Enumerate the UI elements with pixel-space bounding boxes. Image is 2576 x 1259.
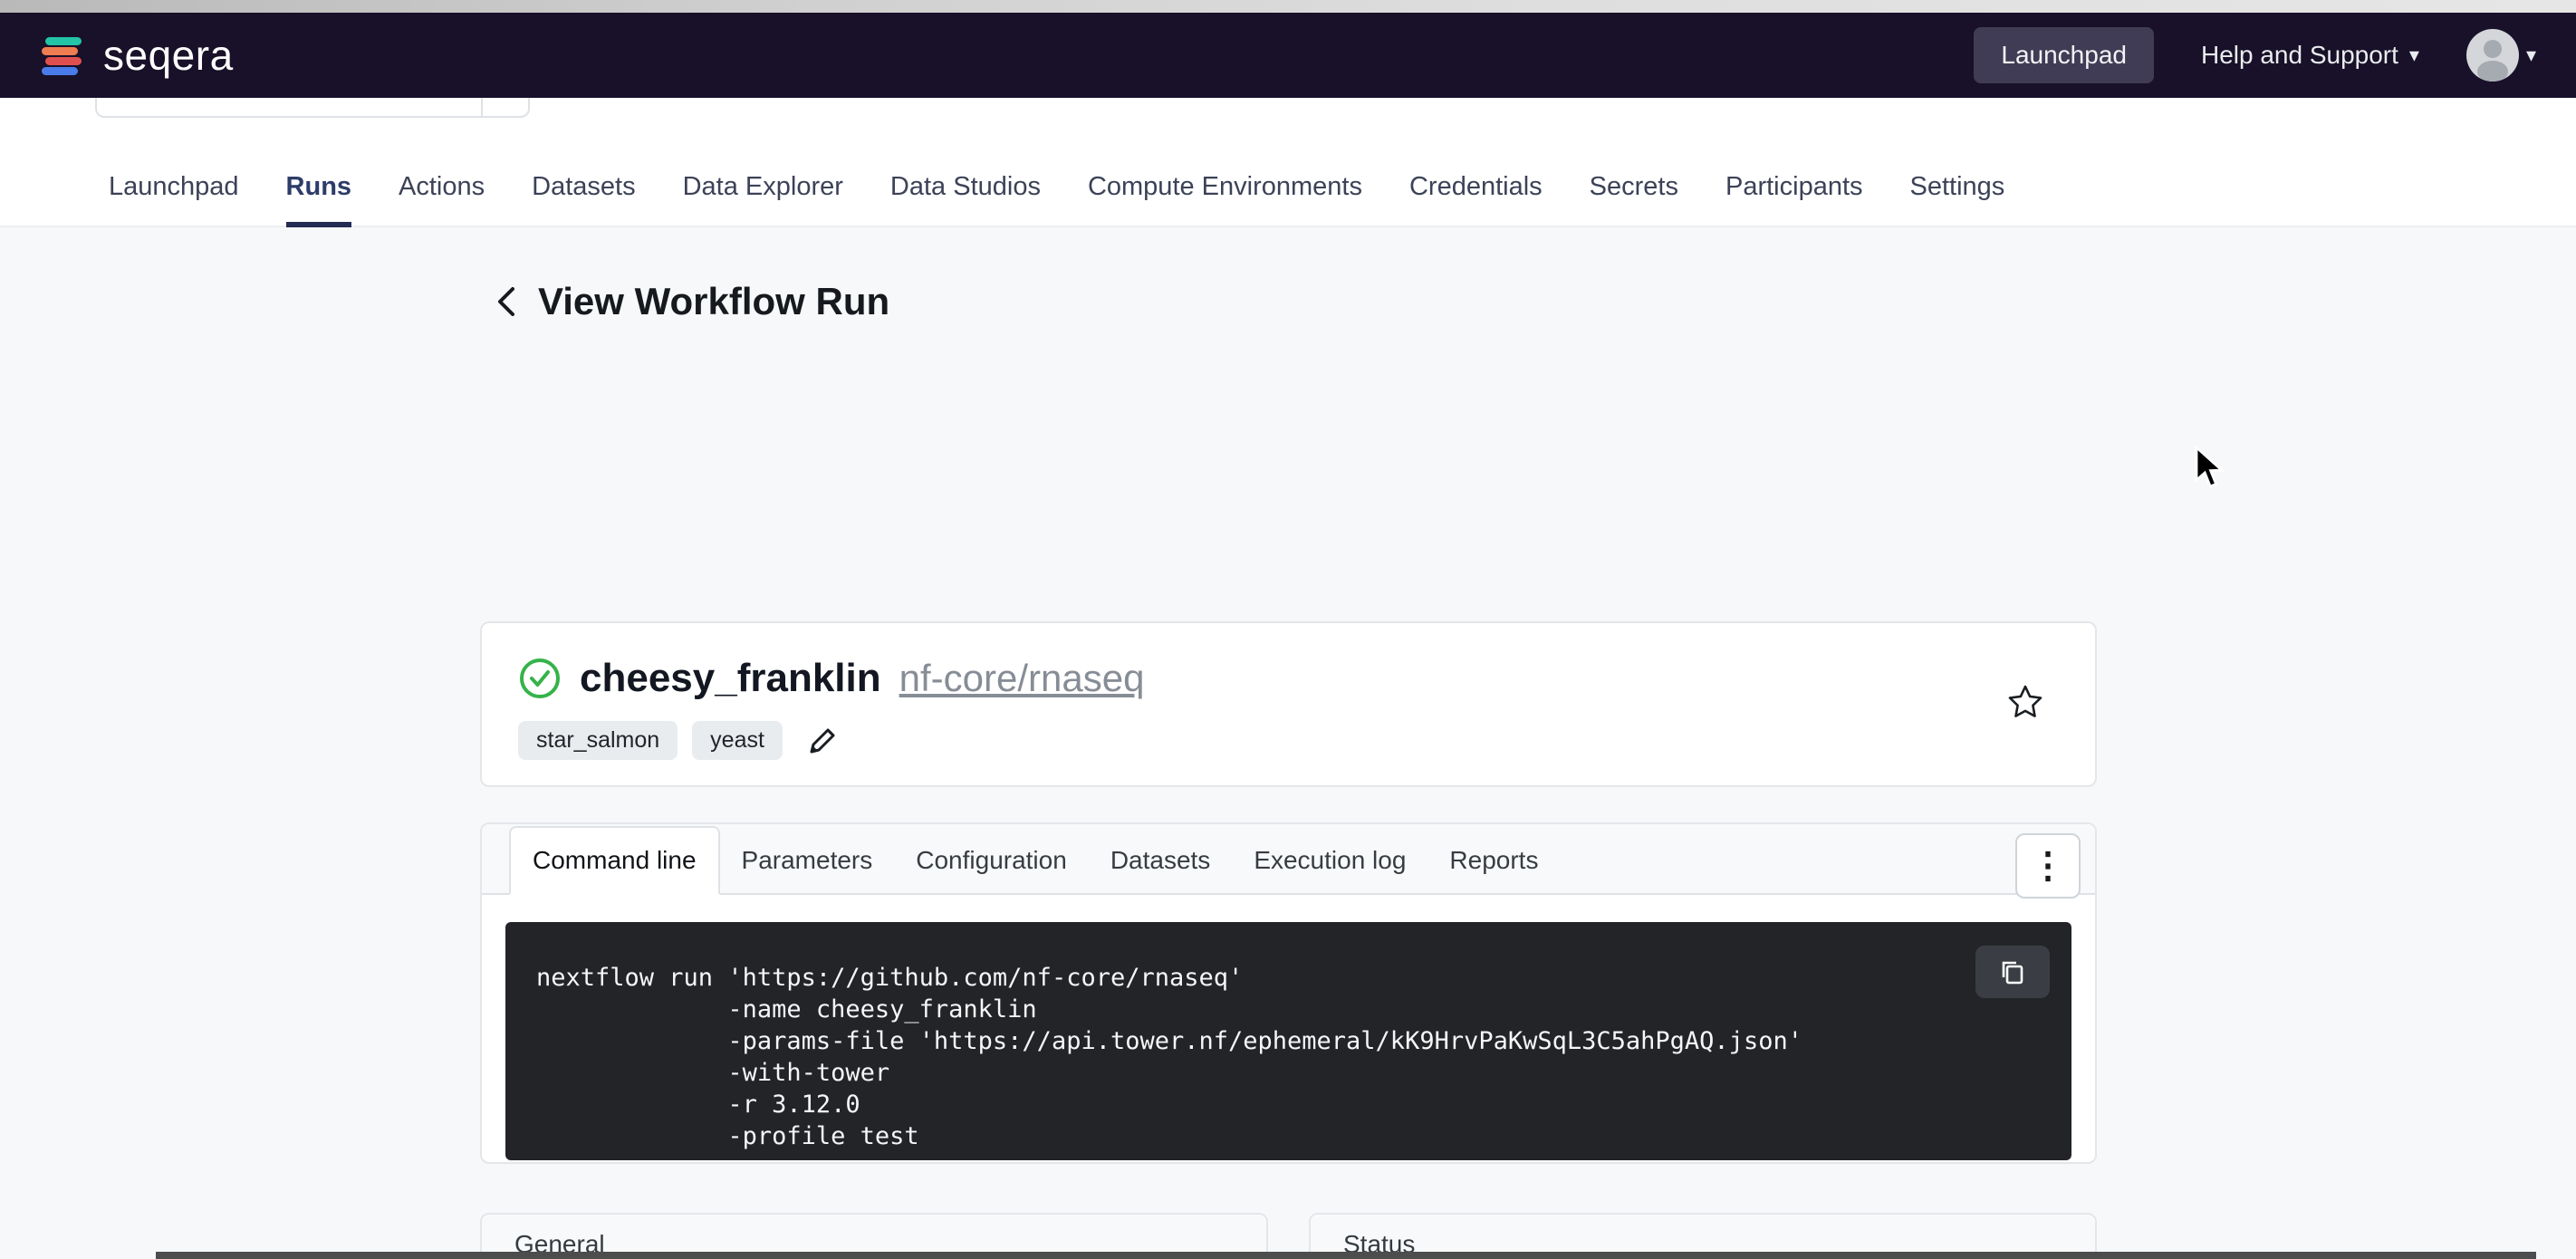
tab-data-explorer[interactable]: Data Explorer [683, 172, 843, 227]
tab-settings[interactable]: Settings [1910, 172, 2005, 227]
workspace-subnav: Launchpad Runs Actions Datasets Data Exp… [0, 98, 2576, 227]
tab-actions[interactable]: Actions [399, 172, 485, 227]
window-top-edge [0, 0, 2576, 13]
search-input-divider [481, 98, 483, 116]
tab-secrets[interactable]: Secrets [1590, 172, 1678, 227]
brand-wordmark: seqera [103, 31, 234, 80]
launchpad-button[interactable]: Launchpad [1974, 27, 2154, 83]
main-content: View Workflow Run cheesy_franklin nf-cor… [0, 280, 2576, 323]
help-and-support-menu[interactable]: Help and Support ▾ [2201, 41, 2419, 70]
success-check-icon [518, 657, 562, 700]
horizontal-scrollbar[interactable] [156, 1252, 2536, 1259]
run-summary-card: cheesy_franklin nf-core/rnaseq star_salm… [480, 621, 2097, 787]
person-icon [2466, 29, 2519, 82]
chevron-left-icon [495, 284, 518, 320]
chevron-down-icon: ▾ [2526, 43, 2536, 67]
tab-reports[interactable]: Reports [1427, 828, 1560, 893]
run-label-yeast[interactable]: yeast [692, 721, 783, 760]
tab-participants[interactable]: Participants [1725, 172, 1863, 227]
star-icon [2006, 683, 2044, 721]
back-button[interactable] [495, 284, 518, 320]
tab-run-datasets[interactable]: Datasets [1089, 828, 1233, 893]
pencil-icon [806, 725, 839, 757]
avatar [2466, 29, 2519, 82]
tab-execution-log[interactable]: Execution log [1232, 828, 1427, 893]
pipeline-link[interactable]: nf-core/rnaseq [899, 657, 1145, 700]
tab-runs[interactable]: Runs [286, 172, 352, 227]
tab-credentials[interactable]: Credentials [1409, 172, 1543, 227]
top-navbar: seqera Launchpad Help and Support ▾ ▾ [0, 13, 2576, 98]
help-menu-label: Help and Support [2201, 41, 2398, 70]
run-label-star-salmon[interactable]: star_salmon [518, 721, 678, 760]
workspace-tabs: Launchpad Runs Actions Datasets Data Exp… [109, 172, 2004, 227]
run-name: cheesy_franklin [580, 656, 881, 701]
copy-icon [1998, 957, 2027, 986]
run-details-card: Command line Parameters Configuration Da… [480, 822, 2097, 1164]
edit-labels-button[interactable] [806, 725, 839, 757]
copy-command-button[interactable] [1975, 946, 2050, 998]
details-tabbar: Command line Parameters Configuration Da… [482, 824, 2095, 895]
chevron-down-icon: ▾ [2409, 43, 2419, 67]
tab-configuration[interactable]: Configuration [894, 828, 1089, 893]
tab-command-line[interactable]: Command line [509, 826, 720, 895]
tab-datasets[interactable]: Datasets [532, 172, 635, 227]
mouse-cursor [2193, 446, 2229, 493]
command-line-text: nextflow run 'https://github.com/nf-core… [536, 962, 2039, 1152]
seqera-logo-icon [40, 32, 87, 79]
tab-parameters[interactable]: Parameters [720, 828, 895, 893]
tab-launchpad[interactable]: Launchpad [109, 172, 239, 227]
star-run-button[interactable] [2006, 683, 2044, 721]
command-line-block: nextflow run 'https://github.com/nf-core… [505, 922, 2071, 1160]
seqera-brand[interactable]: seqera [40, 31, 234, 80]
run-options-button[interactable]: ⋮ [2015, 833, 2081, 899]
page-title: View Workflow Run [538, 280, 889, 323]
kebab-icon: ⋮ [2030, 848, 2066, 884]
tab-data-studios[interactable]: Data Studios [890, 172, 1041, 227]
search-input[interactable] [95, 98, 530, 118]
user-menu[interactable]: ▾ [2466, 29, 2536, 82]
tab-compute-environments[interactable]: Compute Environments [1088, 172, 1362, 227]
